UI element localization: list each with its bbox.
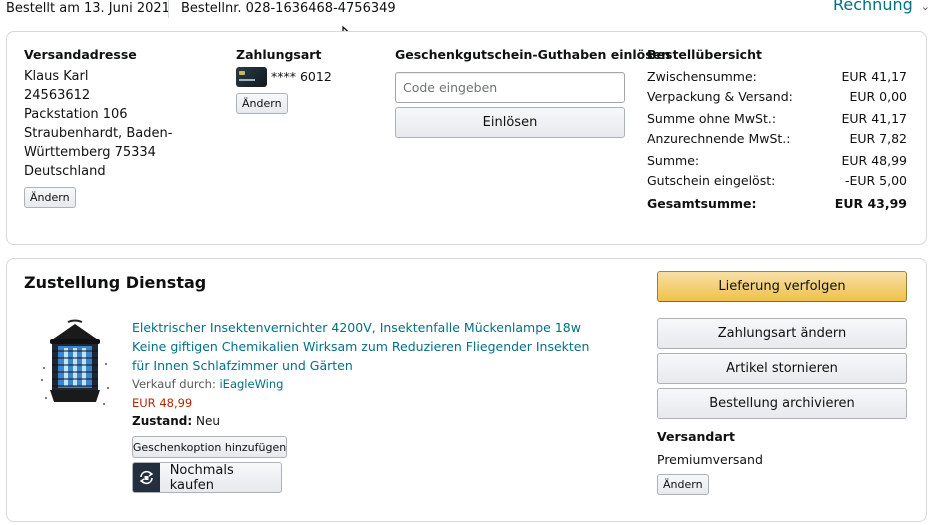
summary-label: Gutschein eingelöst: — [647, 173, 776, 188]
shipping-method-heading: Versandart — [657, 429, 735, 444]
order-date: Bestellt am 13. Juni 2021 — [6, 1, 170, 16]
chevron-down-icon: ⌄ — [920, 0, 929, 13]
condition-value: Neu — [195, 414, 220, 428]
redeem-button[interactable]: Einlösen — [395, 107, 625, 138]
total-label: Gesamtsumme: — [647, 196, 757, 211]
address-line: Deutschland — [24, 164, 106, 179]
buy-again-label: Nochmals kaufen — [169, 462, 234, 493]
delivery-heading: Zustellung Dienstag — [24, 273, 207, 292]
address-line: Straubenhardt, Baden- — [24, 126, 173, 141]
total-value: EUR 43,99 — [834, 196, 907, 211]
summary-value: EUR 7,82 — [849, 131, 907, 146]
change-payment-button[interactable]: Ändern — [236, 93, 288, 114]
shipping-heading: Versandadresse — [24, 47, 137, 62]
change-address-button[interactable]: Ändern — [24, 187, 76, 208]
cancel-items-button[interactable]: Artikel stornieren — [657, 353, 907, 384]
gift-card-heading: Geschenkgutschein-Guthaben einlösen — [395, 47, 671, 62]
change-payment-method-button[interactable]: Zahlungsart ändern — [657, 318, 907, 349]
summary-label: Verpackung & Versand: — [647, 89, 793, 104]
shipping-method-value: Premiumversand — [657, 452, 763, 467]
header-divider — [168, 0, 169, 18]
address-line: 24563612 — [24, 88, 91, 103]
card-number: **** 6012 — [271, 69, 332, 84]
product-image — [41, 319, 109, 405]
condition-info: Zustand: Neu — [132, 414, 220, 428]
seller-info: Verkauf durch: iEagleWing — [132, 377, 283, 391]
summary-value: EUR 41,17 — [841, 69, 908, 84]
invoice-label: Rechnung — [833, 0, 913, 14]
payment-heading: Zahlungsart — [236, 47, 322, 62]
track-package-button[interactable]: Lieferung verfolgen — [657, 271, 907, 302]
buy-again-button[interactable]: Nochmals kaufen — [132, 462, 282, 493]
add-gift-option-button[interactable]: Geschenkoption hinzufügen — [132, 436, 287, 458]
change-shipping-method-button[interactable]: Ändern — [657, 474, 709, 495]
product-price: EUR 48,99 — [132, 396, 193, 410]
condition-label: Zustand: — [132, 414, 193, 428]
product-title-link[interactable]: Elektrischer Insektenvernichter 4200V, I… — [132, 318, 602, 375]
address-line: Packstation 106 — [24, 107, 128, 122]
summary-value: EUR 0,00 — [849, 89, 907, 104]
order-number: Bestellnr. 028-1636468-4756349 — [181, 1, 396, 16]
archive-order-button[interactable]: Bestellung archivieren — [657, 388, 907, 419]
summary-label: Zwischensumme: — [647, 69, 757, 84]
summary-label: Summe: — [647, 153, 700, 168]
seller-prefix: Verkauf durch: — [132, 377, 216, 391]
summary-value: EUR 41,17 — [841, 111, 908, 126]
summary-label: Summe ohne MwSt.: — [647, 111, 777, 126]
summary-heading: Bestellübersicht — [647, 47, 762, 62]
address-line: Württemberg 75334 — [24, 145, 156, 160]
seller-link[interactable]: iEagleWing — [219, 377, 283, 391]
summary-value: -EUR 5,00 — [844, 173, 907, 188]
buy-again-icon — [133, 463, 160, 492]
summary-value: EUR 48,99 — [841, 153, 908, 168]
gift-code-input[interactable] — [395, 72, 625, 103]
invoice-link[interactable]: Rechnung ⌄ — [833, 0, 929, 14]
address-line: Klaus Karl — [24, 69, 89, 84]
credit-card-icon — [236, 67, 267, 87]
summary-label: Anzurechnende MwSt.: — [647, 131, 791, 146]
